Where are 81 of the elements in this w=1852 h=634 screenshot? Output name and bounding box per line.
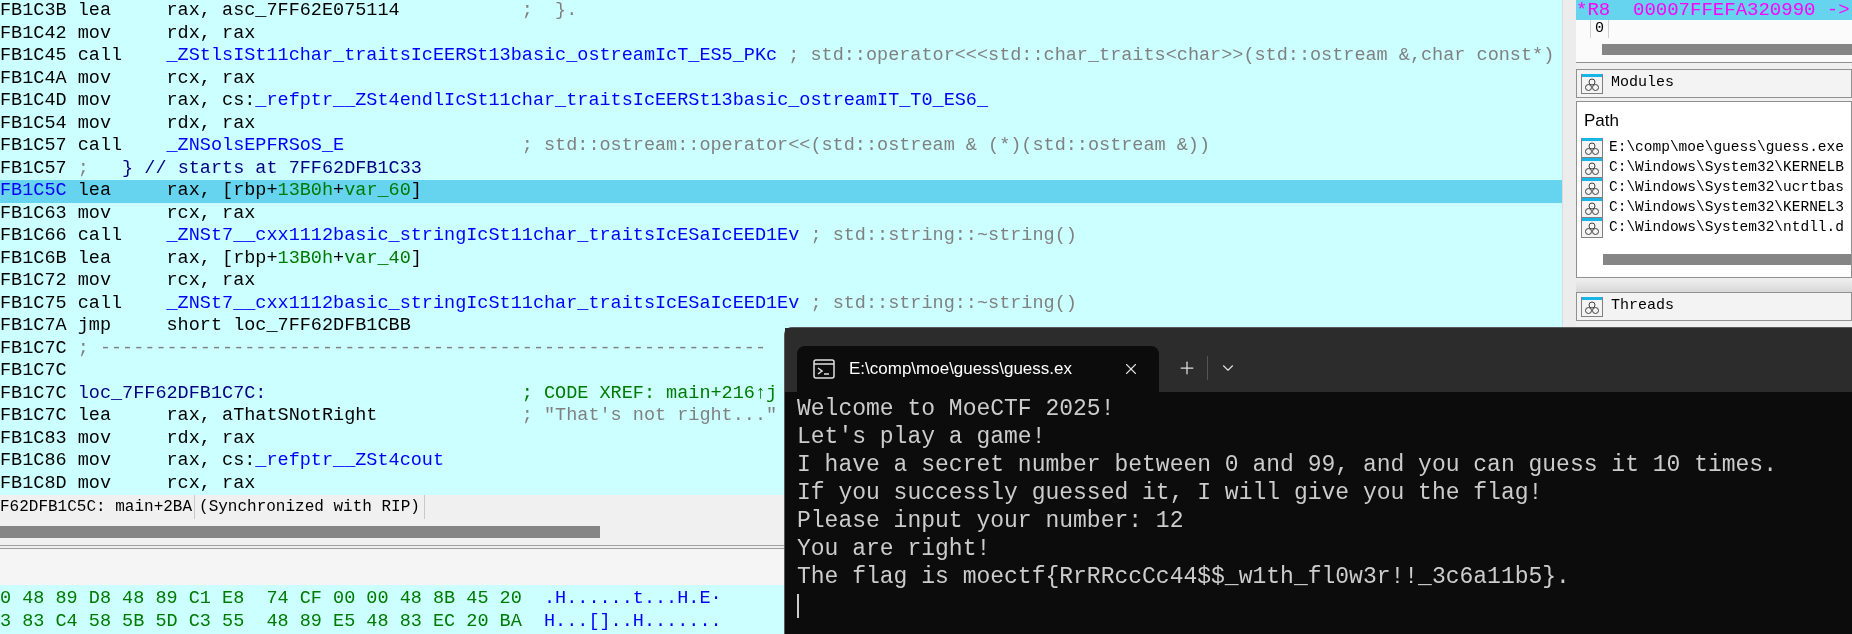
module-path[interactable]: C:\Windows\System32\ucrtbas <box>1609 176 1844 199</box>
line-address: FB1C86 <box>0 449 68 474</box>
module-path[interactable]: E:\comp\moe\guess\guess.exe <box>1609 136 1844 159</box>
terminal-icon <box>813 359 835 379</box>
terminal-line: Welcome to MoeCTF 2025! <box>797 395 1116 423</box>
line-address: FB1C7C <box>0 359 68 384</box>
line-address: FB1C66 <box>0 224 68 249</box>
column-header[interactable]: Path <box>1584 108 1851 134</box>
line-address: FB1C54 <box>0 111 68 136</box>
hex-ascii: H...[]..H....... <box>544 609 722 634</box>
code-comment: ; std::operator<<<std::char_traits<char>>(std::ostream &,char const*) <box>788 44 1555 69</box>
line-address: FB1C4D <box>0 89 68 114</box>
module-icon <box>1581 177 1603 198</box>
scrollbar-thumb[interactable] <box>0 526 600 538</box>
instruction-mnemonic: mov <box>77 66 112 91</box>
module-icon <box>1581 137 1603 158</box>
panel-title: Threads <box>1611 296 1674 317</box>
module-icon <box>1581 217 1603 238</box>
module-icon <box>1581 296 1603 317</box>
instruction-mnemonic: lea <box>77 246 112 271</box>
code-comment: ; }. <box>521 0 578 24</box>
module-path[interactable]: C:\Windows\System32\ntdll.d <box>1609 216 1844 239</box>
text-cursor <box>797 594 799 618</box>
line-address: FB1C57 <box>0 134 68 159</box>
scrollbar-thumb[interactable] <box>1603 254 1851 265</box>
hex-bytes: 3 83 C4 58 5B 5D C3 55 48 89 E5 48 83 EC 20 BA <box>0 609 522 634</box>
code-comment: ; "That's not right..." <box>521 404 778 429</box>
line-address: FB1C45 <box>0 44 68 69</box>
instruction-mnemonic: mov <box>77 471 112 495</box>
line-address: FB1C5C <box>0 179 68 204</box>
instruction-mnemonic: call <box>77 224 124 249</box>
terminal-tab[interactable]: E:\comp\moe\guess\guess.ex <box>797 346 1159 392</box>
module-icon <box>1581 73 1603 94</box>
terminal-line: Please input your number: 12 <box>797 507 1185 535</box>
instruction-mnemonic: lea <box>77 0 112 24</box>
terminal-line: Let's play a game! <box>797 423 1047 451</box>
terminal-line: If you successly guessed it, I will give you the flag! <box>797 479 1544 507</box>
line-address: FB1C57 <box>0 156 68 181</box>
instruction-mnemonic: mov <box>77 21 112 46</box>
instruction-mnemonic: mov <box>77 426 112 451</box>
line-address: FB1C7A <box>0 314 68 339</box>
terminal-line: The flag is moectf{RrRRccCc44$$_w1th_fl0w3r!!_3c6a11b5}. <box>797 563 1571 591</box>
line-address: FB1C4A <box>0 66 68 91</box>
line-address: FB1C72 <box>0 269 68 294</box>
tab-title: E:\comp\moe\guess\guess.ex <box>849 358 1072 381</box>
scrollbar-thumb[interactable] <box>1602 44 1852 55</box>
register-cell: 0 <box>1591 20 1609 38</box>
line-address: FB1C75 <box>0 291 68 316</box>
terminal-line: You are right! <box>797 535 992 563</box>
line-address: FB1C3B <box>0 0 68 24</box>
line-address: FB1C63 <box>0 201 68 226</box>
module-path[interactable]: C:\Windows\System32\KERNEL3 <box>1609 196 1844 219</box>
instruction-mnemonic: jmp <box>77 314 112 339</box>
line-address: FB1C83 <box>0 426 68 451</box>
module-icon <box>1581 197 1603 218</box>
line-address: FB1C42 <box>0 21 68 46</box>
instruction-mnemonic: mov <box>77 449 112 474</box>
line-address: FB1C7C <box>0 381 68 406</box>
code-comment: ; std::string::~string() <box>810 224 1077 249</box>
panel-title: Modules <box>1611 73 1674 94</box>
instruction-mnemonic: call <box>77 291 124 316</box>
instruction-mnemonic: call <box>77 134 124 159</box>
instruction-mnemonic: call <box>77 44 124 69</box>
hex-bytes: 0 48 89 D8 48 89 C1 E8 74 CF 00 00 48 8B 45 20 <box>0 586 522 611</box>
module-path[interactable]: C:\Windows\System32\KERNELB <box>1609 156 1844 179</box>
instruction-mnemonic: mov <box>77 269 112 294</box>
instruction-mnemonic: lea <box>77 179 112 204</box>
code-comment: ; std::string::~string() <box>810 291 1077 316</box>
instruction-mnemonic: mov <box>77 201 112 226</box>
code-comment: ; std::ostream::operator<<(std::ostream & (*)(std::ostream &)) <box>521 134 1211 159</box>
line-address: FB1C7C <box>0 404 68 429</box>
splitter-bar[interactable] <box>1562 0 1576 327</box>
line-address: FB1C6B <box>0 246 68 271</box>
line-address: FB1C7C <box>0 336 68 361</box>
module-icon <box>1581 157 1603 178</box>
instruction-mnemonic: mov <box>77 111 112 136</box>
terminal-line: I have a secret number between 0 and 99, and you can guess it 10 times. <box>797 451 1778 479</box>
instruction-mnemonic: mov <box>77 89 112 114</box>
hex-ascii: .H......t...H.E· <box>544 586 722 611</box>
line-address: FB1C8D <box>0 471 68 495</box>
code-comment: ; CODE XREF: main+216↑j <box>521 381 778 406</box>
